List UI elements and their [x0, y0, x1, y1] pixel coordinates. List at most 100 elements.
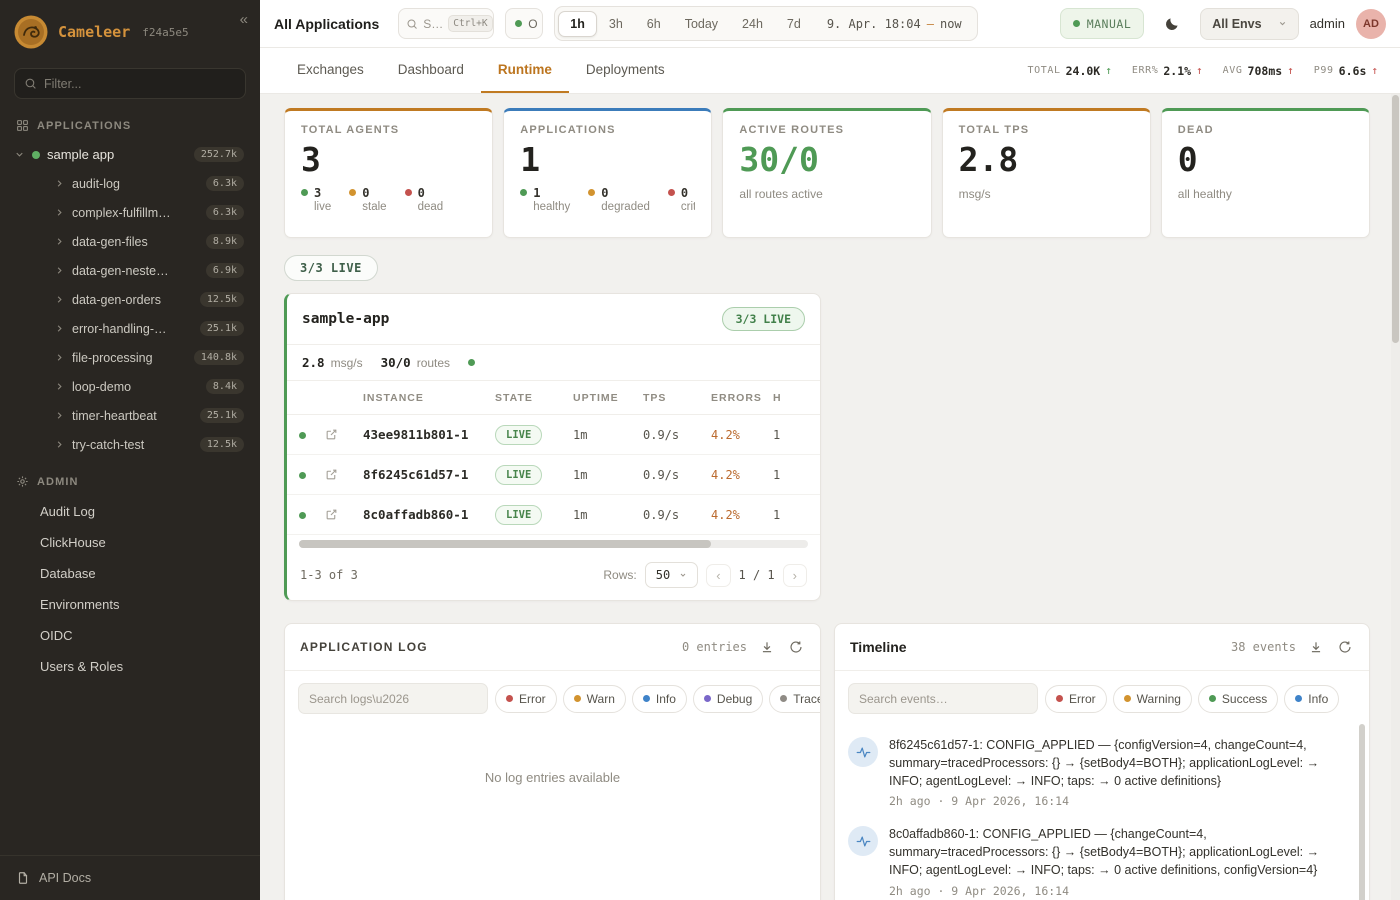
external-link-icon[interactable] — [325, 508, 363, 521]
sidebar-admin-item[interactable]: Database — [0, 558, 260, 589]
external-link-icon[interactable] — [325, 468, 363, 481]
time-range-24h[interactable]: 24h — [730, 11, 775, 37]
time-range-today[interactable]: Today — [673, 11, 730, 37]
online-dot-icon — [515, 20, 522, 27]
metric-err: ERR% 2.1% ↑ — [1132, 64, 1203, 78]
page-indicator: 1 / 1 — [739, 568, 775, 582]
dark-mode-toggle[interactable] — [1155, 8, 1189, 39]
tab-exchanges[interactable]: Exchanges — [280, 48, 381, 93]
sidebar-route-item[interactable]: error-handling-… 25.1k — [0, 314, 260, 343]
sidebar-route-item[interactable]: complex-fulfillm… 6.3k — [0, 198, 260, 227]
sidebar-collapse-button[interactable]: « — [240, 11, 248, 28]
avatar[interactable]: AD — [1356, 9, 1386, 39]
activity-avatar — [848, 737, 878, 767]
api-docs-link[interactable]: API Docs — [0, 855, 260, 900]
instance-extra: 1 — [773, 428, 820, 442]
timeline-filter-chip[interactable]: Warning — [1113, 685, 1192, 713]
timeline-event[interactable]: 8f6245c61d57-1: CONFIG_APPLIED — {config… — [848, 728, 1343, 817]
sidebar-admin-item[interactable]: Users & Roles — [0, 651, 260, 682]
filter-dot-icon — [1124, 695, 1131, 702]
instance-row[interactable]: 43ee9811b801-1 LIVE 1m 0.9/s 4.2% 1 — [287, 415, 820, 455]
log-filter-chip[interactable]: Debug — [693, 685, 763, 713]
application-log-panel: APPLICATION LOG 0 entries — [284, 623, 821, 900]
tab-runtime[interactable]: Runtime — [481, 48, 569, 93]
external-link-icon[interactable] — [325, 428, 363, 441]
app-status-dot-icon — [32, 151, 40, 159]
route-label: try-catch-test — [72, 438, 144, 452]
chevron-right-icon — [54, 294, 65, 305]
sidebar-item-sample-app[interactable]: sample app 252.7k — [0, 140, 260, 169]
instance-uptime: 1m — [573, 508, 643, 522]
route-label: error-handling-… — [72, 322, 166, 336]
log-filter-chip[interactable]: Error — [495, 685, 557, 713]
route-count-badge: 25.1k — [200, 408, 244, 423]
download-button[interactable] — [1307, 638, 1325, 656]
log-filter-chip[interactable]: Trace — [769, 685, 821, 713]
sidebar-route-item[interactable]: data-gen-orders 12.5k — [0, 285, 260, 314]
filter-label: Success — [1222, 692, 1267, 706]
sidebar-route-item[interactable]: data-gen-neste… 6.9k — [0, 256, 260, 285]
log-filter-chip[interactable]: Info — [632, 685, 687, 713]
instances-table-body: 43ee9811b801-1 LIVE 1m 0.9/s 4.2% 1 — [287, 415, 820, 535]
app-root: Cameleer f24a5e5 « APPLICATIONS sample a… — [0, 0, 1400, 900]
timeline-filter-chip[interactable]: Info — [1284, 685, 1339, 713]
time-range-1h[interactable]: 1h — [558, 11, 597, 37]
window-scrollbar-thumb[interactable] — [1392, 95, 1399, 343]
timeline-event[interactable]: 8c0affadb860-1: CONFIG_APPLIED — {change… — [848, 817, 1343, 900]
sidebar-route-item[interactable]: loop-demo 8.4k — [0, 372, 260, 401]
timeline-scrollbar-thumb[interactable] — [1359, 724, 1365, 900]
application-card-header: sample-app 3/3 LIVE — [287, 294, 820, 345]
instance-id: 8f6245c61d57-1 — [363, 467, 495, 482]
horizontal-scrollbar[interactable] — [299, 540, 808, 548]
filter-input[interactable] — [44, 77, 236, 91]
filter-dot-icon — [574, 695, 581, 702]
timeline-filter-chip[interactable]: Error — [1045, 685, 1107, 713]
sidebar-admin-item[interactable]: Environments — [0, 589, 260, 620]
sidebar-route-item[interactable]: data-gen-files 8.9k — [0, 227, 260, 256]
time-range-3h[interactable]: 3h — [597, 11, 635, 37]
activity-avatar — [848, 826, 878, 856]
instance-row[interactable]: 8c0affadb860-1 LIVE 1m 0.9/s 4.2% 1 — [287, 495, 820, 535]
route-count-badge: 8.4k — [206, 379, 244, 394]
sidebar-admin-item[interactable]: Audit Log — [0, 496, 260, 527]
timeline-search-input[interactable] — [848, 683, 1038, 714]
log-filter-chip[interactable]: Warn — [563, 685, 626, 713]
timeline-filter-chip[interactable]: Success — [1198, 685, 1278, 713]
prev-page-button[interactable]: ‹ — [706, 564, 730, 587]
sidebar-route-item[interactable]: file-processing 140.8k — [0, 343, 260, 372]
chevron-right-icon — [54, 439, 65, 450]
filter-dot-icon — [704, 695, 711, 702]
application-live-badge: 3/3 LIVE — [722, 307, 805, 331]
global-search-button[interactable]: S… Ctrl+K — [398, 8, 494, 39]
sidebar-route-item[interactable]: try-catch-test 12.5k — [0, 430, 260, 459]
download-button[interactable] — [758, 638, 776, 656]
content: TOTAL AGENTS 3 3live 0stale 0dead APPLIC… — [260, 94, 1400, 900]
rows-per-page-select[interactable]: 50 — [645, 562, 698, 588]
horizontal-scrollbar-thumb[interactable] — [299, 540, 711, 548]
sidebar-route-item[interactable]: audit-log 6.3k — [0, 169, 260, 198]
timeline-panel: Timeline 38 events — [834, 623, 1370, 900]
online-status-chip[interactable]: O — [505, 8, 543, 39]
next-page-button[interactable]: › — [783, 564, 807, 587]
trend-up-icon: ↑ — [1287, 64, 1294, 77]
time-window-display: 9. Apr. 18:04 — now — [813, 17, 974, 31]
tab-dashboard[interactable]: Dashboard — [381, 48, 481, 93]
log-search-input[interactable] — [298, 683, 488, 714]
admin-item-label: Database — [40, 566, 96, 581]
chameleon-logo-icon — [14, 15, 48, 49]
refresh-button[interactable] — [1336, 638, 1354, 656]
environment-select[interactable]: All Envs — [1200, 8, 1298, 40]
card-value: 2.8 — [959, 143, 1134, 178]
sidebar-route-item[interactable]: timer-heartbeat 25.1k — [0, 401, 260, 430]
refresh-mode-button[interactable]: MANUAL — [1060, 8, 1145, 39]
refresh-button[interactable] — [787, 638, 805, 656]
time-range-7d[interactable]: 7d — [775, 11, 813, 37]
sidebar-admin-item[interactable]: ClickHouse — [0, 527, 260, 558]
instance-row[interactable]: 8f6245c61d57-1 LIVE 1m 0.9/s 4.2% 1 — [287, 455, 820, 495]
time-range-6h[interactable]: 6h — [635, 11, 673, 37]
api-docs-label: API Docs — [39, 871, 91, 885]
tab-deployments[interactable]: Deployments — [569, 48, 682, 93]
sidebar-admin-item[interactable]: OIDC — [0, 620, 260, 651]
instance-tps: 0.9/s — [643, 428, 711, 442]
app-tps-unit: msg/s — [331, 356, 363, 370]
